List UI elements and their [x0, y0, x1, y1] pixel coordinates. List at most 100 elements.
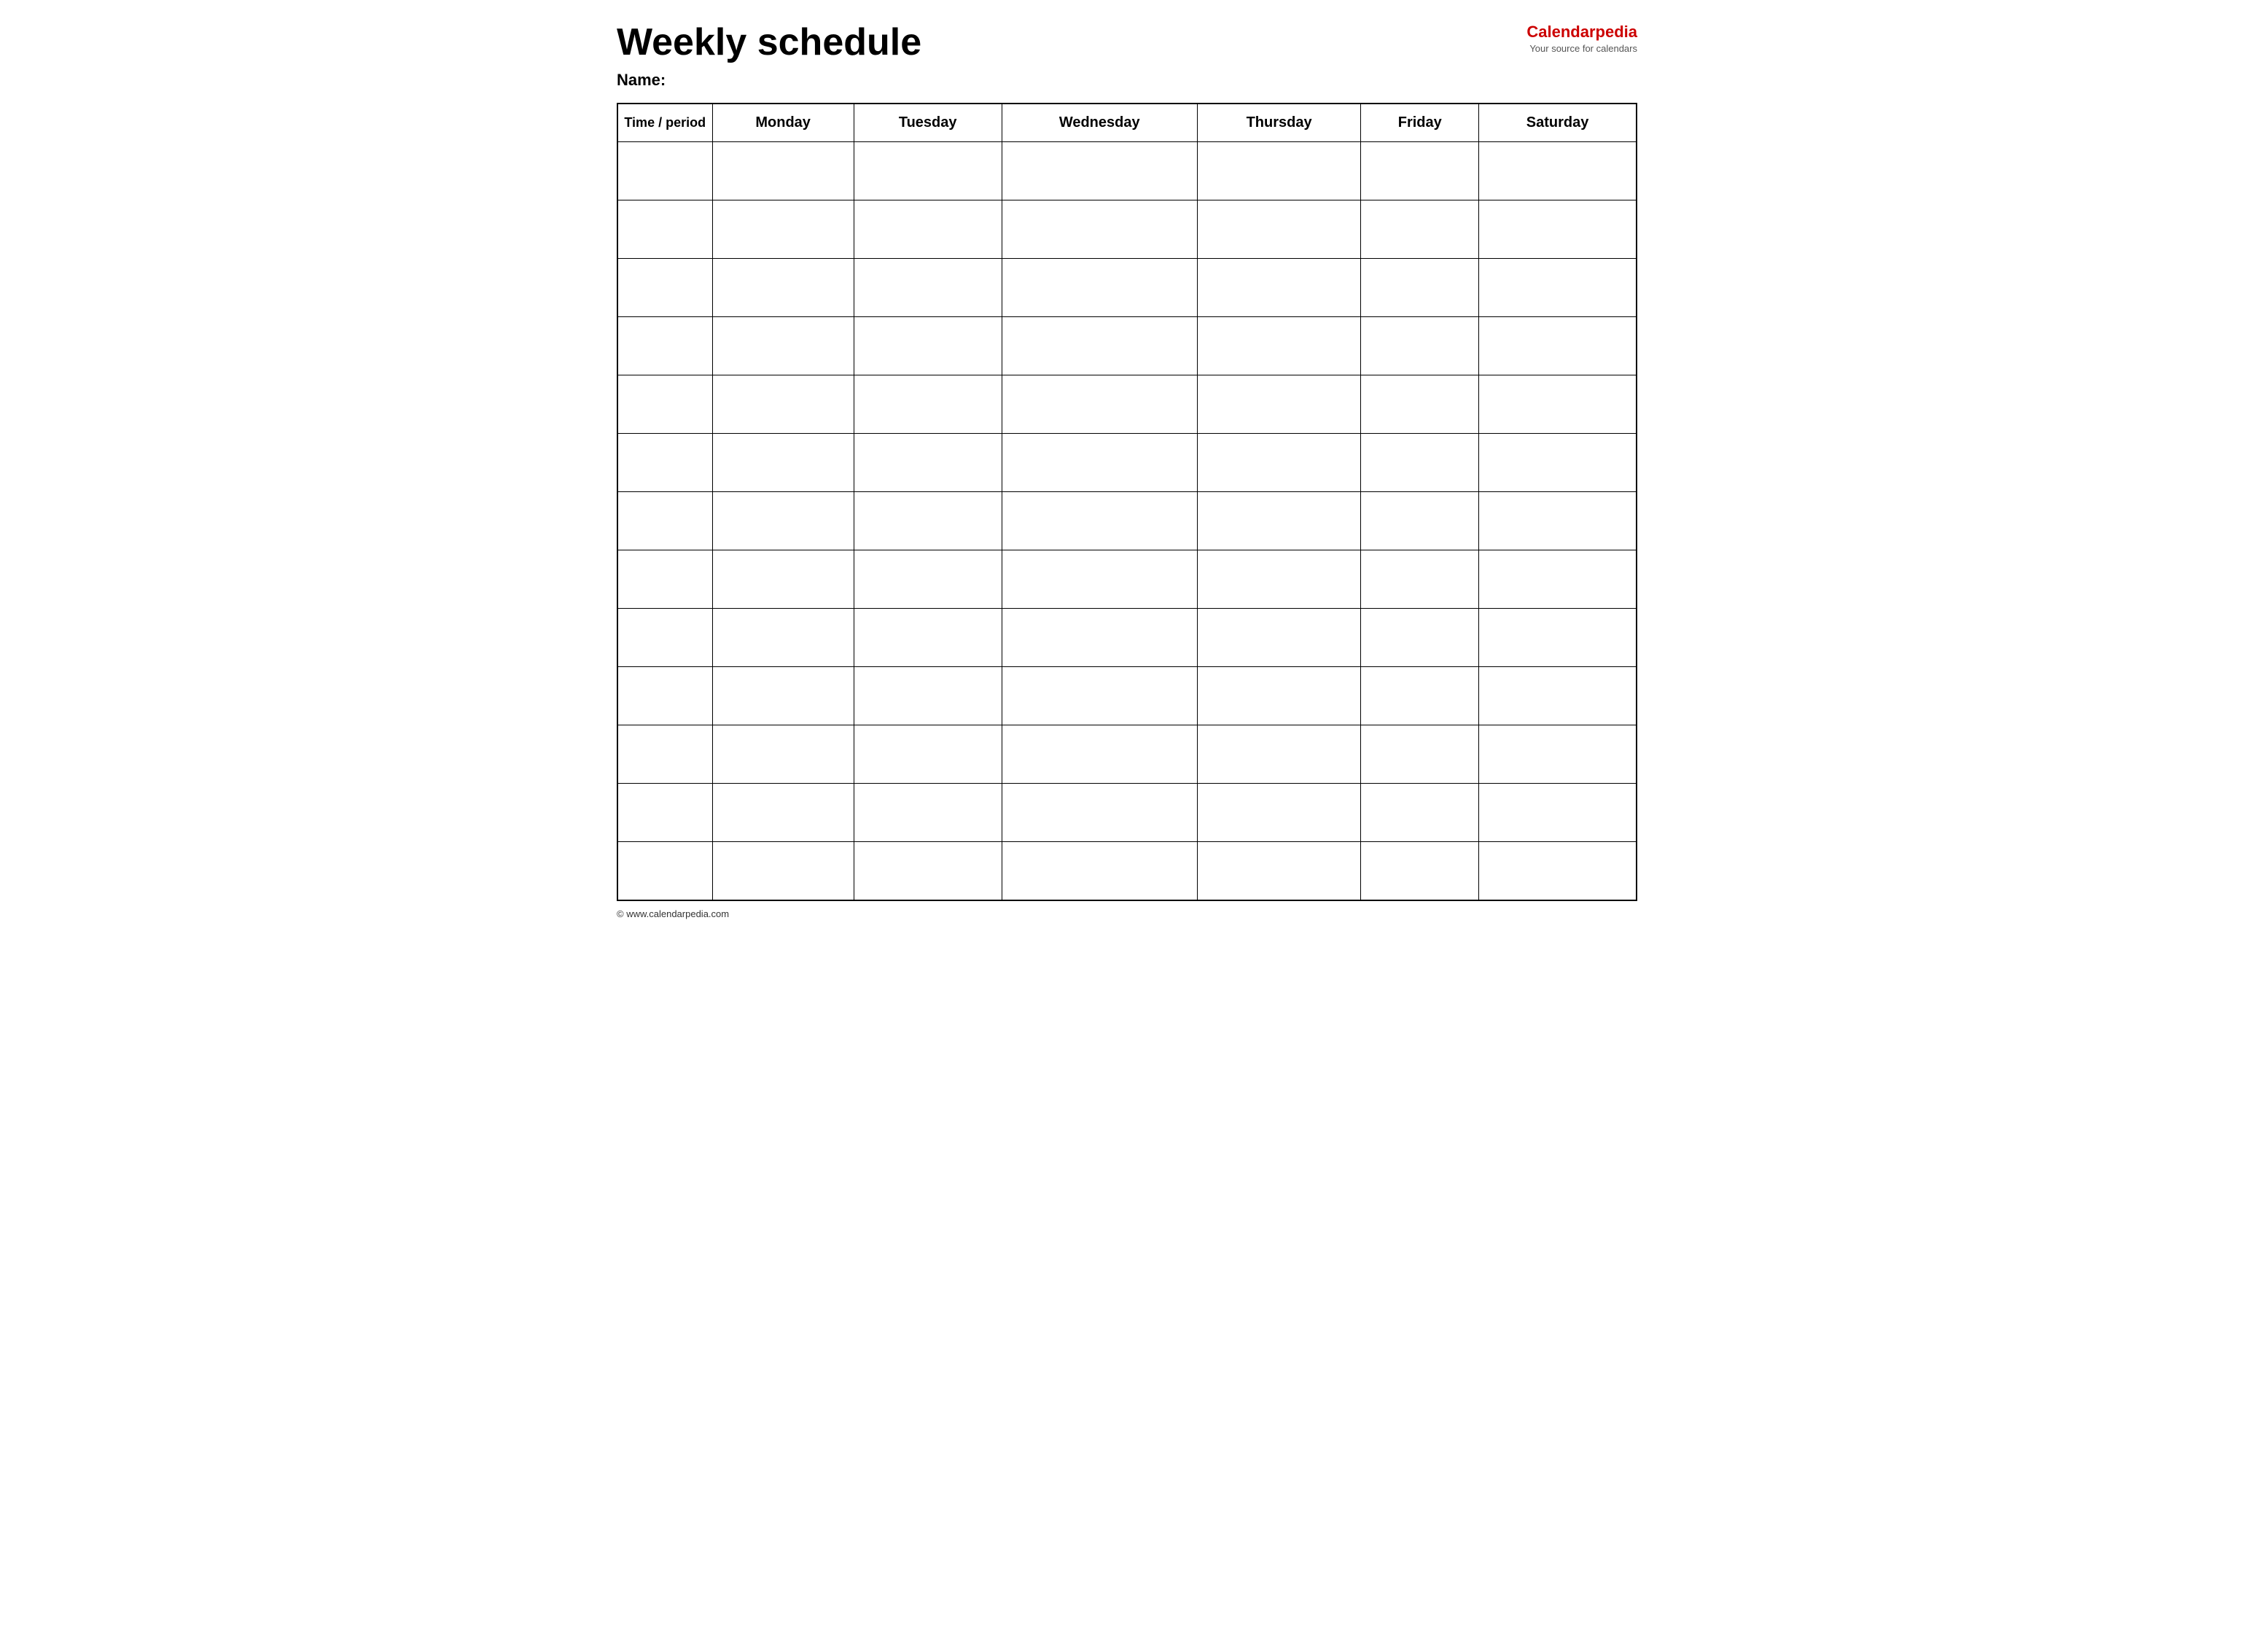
schedule-cell[interactable]	[1479, 784, 1637, 842]
schedule-cell[interactable]	[1479, 667, 1637, 725]
schedule-cell[interactable]	[1002, 550, 1197, 609]
schedule-cell[interactable]	[1002, 200, 1197, 259]
table-row	[617, 842, 1637, 900]
schedule-cell[interactable]	[1361, 200, 1479, 259]
schedule-cell[interactable]	[1197, 784, 1361, 842]
schedule-cell[interactable]	[854, 434, 1002, 492]
schedule-cell[interactable]	[1197, 200, 1361, 259]
schedule-cell[interactable]	[1361, 667, 1479, 725]
schedule-cell[interactable]	[854, 492, 1002, 550]
time-cell[interactable]	[617, 725, 712, 784]
schedule-cell[interactable]	[1197, 609, 1361, 667]
schedule-cell[interactable]	[1361, 317, 1479, 375]
schedule-cell[interactable]	[854, 317, 1002, 375]
time-cell[interactable]	[617, 550, 712, 609]
time-cell[interactable]	[617, 375, 712, 434]
schedule-cell[interactable]	[1361, 550, 1479, 609]
schedule-cell[interactable]	[854, 375, 1002, 434]
time-cell[interactable]	[617, 434, 712, 492]
schedule-cell[interactable]	[1479, 375, 1637, 434]
schedule-cell[interactable]	[1002, 375, 1197, 434]
schedule-cell[interactable]	[1479, 842, 1637, 900]
col-saturday: Saturday	[1479, 104, 1637, 142]
schedule-cell[interactable]	[854, 259, 1002, 317]
schedule-cell[interactable]	[1002, 667, 1197, 725]
schedule-cell[interactable]	[712, 667, 854, 725]
schedule-cell[interactable]	[1361, 784, 1479, 842]
schedule-cell[interactable]	[1479, 492, 1637, 550]
table-header-row: Time / period Monday Tuesday Wednesday T…	[617, 104, 1637, 142]
schedule-cell[interactable]	[1361, 725, 1479, 784]
schedule-cell[interactable]	[1361, 434, 1479, 492]
schedule-cell[interactable]	[1002, 842, 1197, 900]
schedule-cell[interactable]	[712, 784, 854, 842]
schedule-cell[interactable]	[1197, 317, 1361, 375]
col-wednesday: Wednesday	[1002, 104, 1197, 142]
time-cell[interactable]	[617, 317, 712, 375]
schedule-cell[interactable]	[854, 609, 1002, 667]
schedule-cell[interactable]	[854, 725, 1002, 784]
schedule-cell[interactable]	[854, 550, 1002, 609]
schedule-cell[interactable]	[712, 550, 854, 609]
time-cell[interactable]	[617, 842, 712, 900]
schedule-cell[interactable]	[1479, 200, 1637, 259]
schedule-cell[interactable]	[854, 667, 1002, 725]
schedule-cell[interactable]	[1479, 142, 1637, 200]
schedule-cell[interactable]	[1479, 434, 1637, 492]
time-cell[interactable]	[617, 200, 712, 259]
schedule-cell[interactable]	[1002, 317, 1197, 375]
schedule-cell[interactable]	[1479, 550, 1637, 609]
schedule-cell[interactable]	[712, 434, 854, 492]
schedule-cell[interactable]	[1197, 434, 1361, 492]
schedule-cell[interactable]	[1361, 375, 1479, 434]
schedule-cell[interactable]	[854, 142, 1002, 200]
schedule-cell[interactable]	[1197, 550, 1361, 609]
schedule-cell[interactable]	[712, 200, 854, 259]
schedule-cell[interactable]	[1002, 259, 1197, 317]
schedule-cell[interactable]	[1479, 317, 1637, 375]
schedule-cell[interactable]	[854, 200, 1002, 259]
schedule-cell[interactable]	[1002, 142, 1197, 200]
schedule-cell[interactable]	[1479, 725, 1637, 784]
time-cell[interactable]	[617, 142, 712, 200]
table-row	[617, 492, 1637, 550]
schedule-cell[interactable]	[1197, 667, 1361, 725]
time-cell[interactable]	[617, 259, 712, 317]
schedule-cell[interactable]	[1197, 725, 1361, 784]
schedule-cell[interactable]	[1361, 842, 1479, 900]
schedule-cell[interactable]	[1002, 609, 1197, 667]
schedule-cell[interactable]	[1197, 842, 1361, 900]
schedule-cell[interactable]	[1197, 259, 1361, 317]
time-cell[interactable]	[617, 609, 712, 667]
schedule-cell[interactable]	[1361, 492, 1479, 550]
schedule-cell[interactable]	[1479, 609, 1637, 667]
schedule-cell[interactable]	[1197, 375, 1361, 434]
time-cell[interactable]	[617, 492, 712, 550]
time-cell[interactable]	[617, 667, 712, 725]
time-cell[interactable]	[617, 784, 712, 842]
schedule-cell[interactable]	[1361, 609, 1479, 667]
col-tuesday: Tuesday	[854, 104, 1002, 142]
schedule-cell[interactable]	[712, 142, 854, 200]
schedule-cell[interactable]	[1002, 492, 1197, 550]
schedule-cell[interactable]	[712, 492, 854, 550]
schedule-cell[interactable]	[1361, 259, 1479, 317]
logo-brand-accent: pedia	[1596, 23, 1637, 41]
schedule-cell[interactable]	[712, 259, 854, 317]
table-row	[617, 725, 1637, 784]
schedule-cell[interactable]	[1002, 434, 1197, 492]
table-row	[617, 667, 1637, 725]
schedule-cell[interactable]	[1197, 492, 1361, 550]
schedule-cell[interactable]	[712, 317, 854, 375]
schedule-cell[interactable]	[712, 842, 854, 900]
schedule-cell[interactable]	[1361, 142, 1479, 200]
schedule-cell[interactable]	[854, 842, 1002, 900]
schedule-cell[interactable]	[712, 609, 854, 667]
schedule-cell[interactable]	[1002, 784, 1197, 842]
schedule-cell[interactable]	[712, 725, 854, 784]
schedule-cell[interactable]	[1479, 259, 1637, 317]
schedule-cell[interactable]	[1197, 142, 1361, 200]
schedule-cell[interactable]	[712, 375, 854, 434]
schedule-cell[interactable]	[854, 784, 1002, 842]
schedule-cell[interactable]	[1002, 725, 1197, 784]
